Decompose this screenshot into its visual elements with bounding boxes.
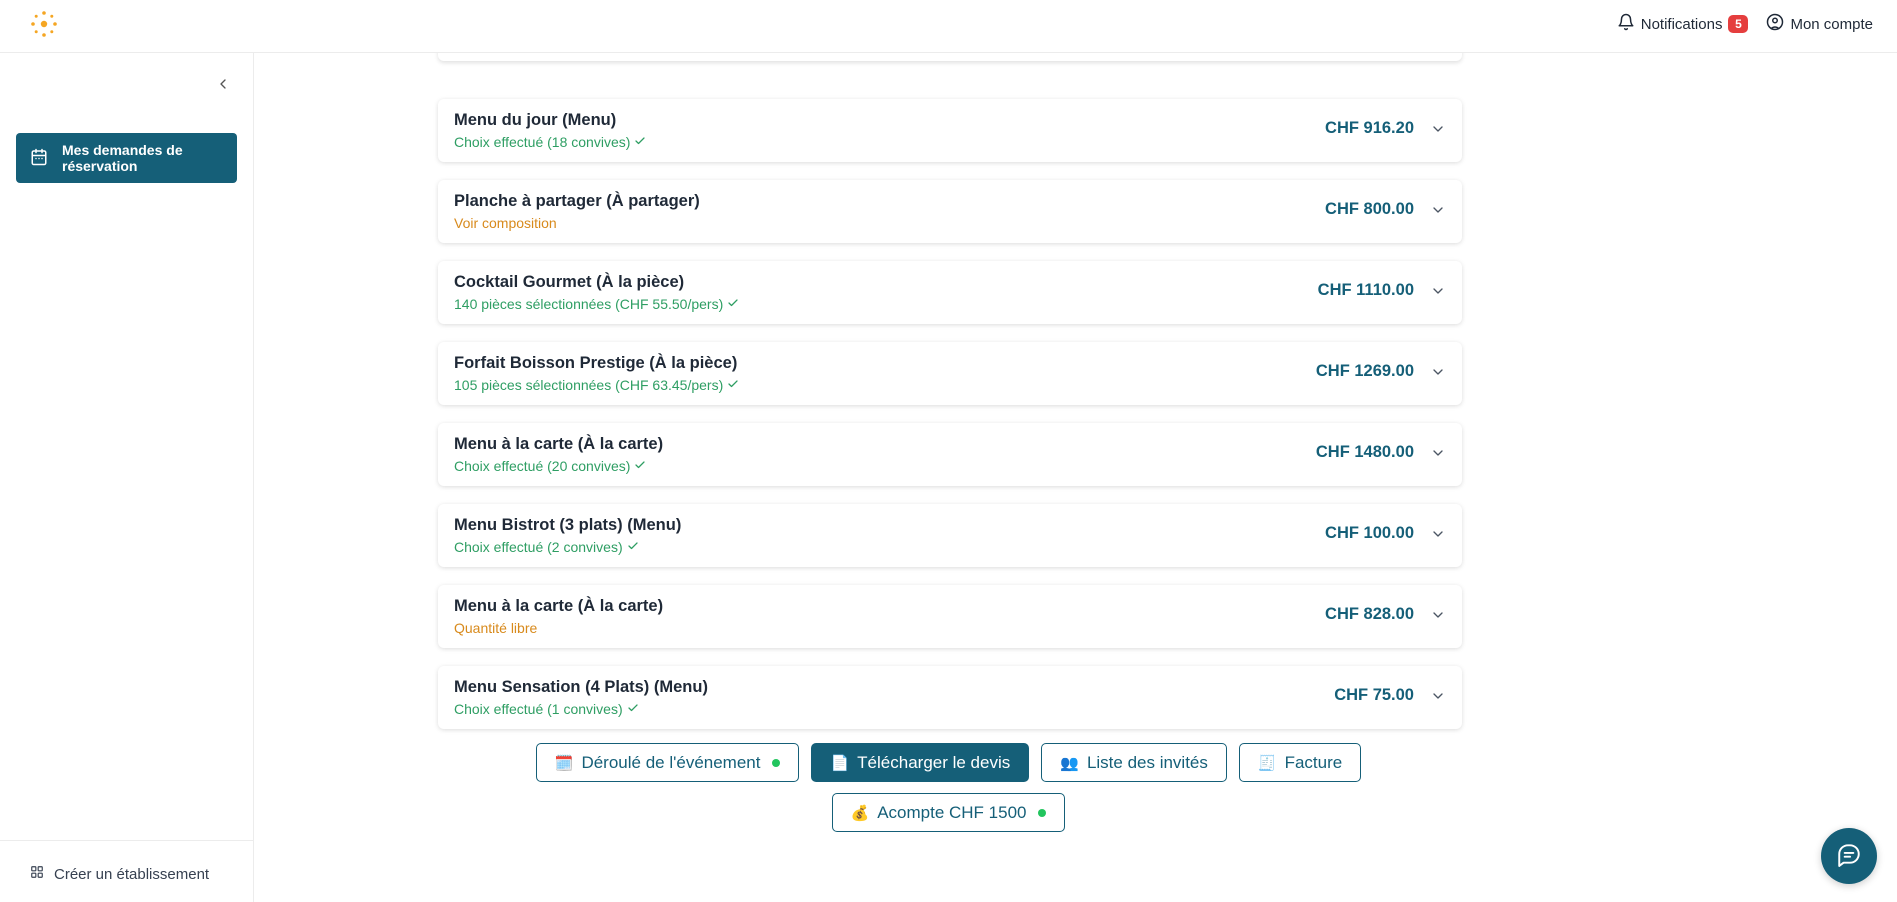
chat-icon xyxy=(1836,841,1862,872)
invoice-button[interactable]: 🧾 Facture xyxy=(1238,743,1362,782)
item-card[interactable]: Menu du jour (Menu) Choix effectué (18 co… xyxy=(438,99,1462,162)
item-subtitle: Choix effectué (1 convives) xyxy=(454,701,639,717)
item-price: CHF 1269.00 xyxy=(1315,362,1414,380)
item-subtitle-text: Choix effectué (1 convives) xyxy=(454,701,623,717)
item-card[interactable]: Planche à partager (À partager) Voir comp… xyxy=(438,180,1462,243)
notifications-label: Notifications xyxy=(1640,15,1723,33)
grid-icon xyxy=(30,865,44,883)
check-icon xyxy=(727,296,739,312)
document-emoji-icon: 📄 xyxy=(830,753,850,772)
people-emoji-icon: 👥 xyxy=(1060,753,1079,772)
item-subtitle[interactable]: Voir composition xyxy=(454,215,557,231)
actions-row-2: 💰 Acompte CHF 1500 xyxy=(254,793,1643,832)
check-icon xyxy=(627,539,639,555)
item-subtitle: 140 pièces sélectionnées (CHF 55.50/pers… xyxy=(454,296,739,312)
item-subtitle-text: Voir composition xyxy=(454,215,557,231)
sidebar-divider xyxy=(0,840,253,841)
notifications-button[interactable]: Notifications 5 xyxy=(1617,13,1749,35)
chevron-down-icon[interactable] xyxy=(1428,605,1448,625)
item-card[interactable]: Menu à la carte (À la carte) Choix effect… xyxy=(438,423,1462,486)
event-timeline-button[interactable]: 🗓️ Déroulé de l'événement xyxy=(535,743,800,782)
check-icon xyxy=(634,458,646,474)
guest-list-button[interactable]: 👥 Liste des invités xyxy=(1041,743,1227,782)
item-price: CHF 800.00 xyxy=(1325,200,1414,218)
chevron-down-icon[interactable] xyxy=(1428,443,1448,463)
receipt-emoji-icon: 🧾 xyxy=(1257,753,1277,772)
item-title: Menu à la carte (À la carte) xyxy=(454,597,664,615)
logo-icon[interactable] xyxy=(30,10,58,38)
main-content: Menu du jour (Menu) Choix effectué (18 co… xyxy=(254,39,1897,902)
item-title: Forfait Boisson Prestige (À la pièce) xyxy=(454,354,738,372)
item-title: Menu à la carte (À la carte) xyxy=(454,435,664,453)
check-icon xyxy=(727,377,739,393)
download-quote-button[interactable]: 📄 Télécharger le devis xyxy=(811,743,1030,782)
status-dot xyxy=(1038,808,1047,817)
guest-list-label: Liste des invités xyxy=(1086,752,1208,772)
chevron-down-icon[interactable] xyxy=(1428,119,1448,139)
deposit-button[interactable]: 💰 Acompte CHF 1500 xyxy=(831,793,1066,832)
chevron-down-icon[interactable] xyxy=(1428,524,1448,544)
account-button[interactable]: Mon compte xyxy=(1766,13,1873,35)
item-card[interactable]: Menu à la carte (À la carte) Quantité lib… xyxy=(438,585,1462,648)
item-subtitle: Choix effectué (2 convives) xyxy=(454,539,639,555)
chevron-down-icon[interactable] xyxy=(1428,281,1448,301)
download-quote-label: Télécharger le devis xyxy=(857,752,1011,772)
item-subtitle: Choix effectué (20 convives) xyxy=(454,458,646,474)
items-list: Menu du jour (Menu) Choix effectué (18 co… xyxy=(438,99,1462,747)
chevron-down-icon[interactable] xyxy=(1428,200,1448,220)
item-price: CHF 1480.00 xyxy=(1315,443,1414,461)
item-title: Menu Sensation (4 Plats) (Menu) xyxy=(454,678,708,696)
item-price: CHF 1110.00 xyxy=(1317,281,1414,299)
item-subtitle-text: Choix effectué (20 convives) xyxy=(454,458,631,474)
calendar-icon xyxy=(30,148,48,169)
check-icon xyxy=(627,701,639,717)
bell-icon xyxy=(1617,13,1635,35)
item-subtitle: Choix effectué (18 convives) xyxy=(454,134,646,150)
item-subtitle-text: Choix effectué (18 convives) xyxy=(454,134,631,150)
actions-row-1: 🗓️ Déroulé de l'événement 📄 Télécharger … xyxy=(254,743,1643,782)
chevron-left-icon xyxy=(215,76,231,97)
event-timeline-label: Déroulé de l'événement xyxy=(581,752,761,772)
money-bag-emoji-icon: 💰 xyxy=(850,803,870,822)
create-establishment-label: Créer un établissement xyxy=(54,865,210,883)
create-establishment-link[interactable]: Créer un établissement xyxy=(30,865,209,883)
item-title: Menu du jour (Menu) xyxy=(454,111,617,129)
sidebar-item-label: Mes demandes de réservation xyxy=(62,142,183,174)
item-price: CHF 100.00 xyxy=(1325,524,1414,542)
item-subtitle-text: 105 pièces sélectionnées (CHF 63.45/pers… xyxy=(454,377,724,393)
user-circle-icon xyxy=(1766,13,1784,35)
item-title: Menu Bistrot (3 plats) (Menu) xyxy=(454,516,682,534)
item-subtitle-text: Quantité libre xyxy=(454,620,538,636)
calendar-emoji-icon: 🗓️ xyxy=(554,753,574,772)
item-card[interactable]: Forfait Boisson Prestige (À la pièce) 105… xyxy=(438,342,1462,405)
item-subtitle: 105 pièces sélectionnées (CHF 63.45/pers… xyxy=(454,377,739,393)
collapse-sidebar-button[interactable] xyxy=(212,75,234,97)
item-card[interactable]: Menu Sensation (4 Plats) (Menu) Choix eff… xyxy=(438,666,1462,729)
chevron-down-icon[interactable] xyxy=(1428,686,1448,706)
invoice-label: Facture xyxy=(1284,752,1343,772)
item-price: CHF 828.00 xyxy=(1325,605,1414,623)
item-price: CHF 75.00 xyxy=(1334,686,1414,704)
item-price: CHF 916.20 xyxy=(1325,119,1414,137)
sidebar-item-reservations[interactable]: Mes demandes de réservation xyxy=(16,133,237,183)
deposit-label: Acompte CHF 1500 xyxy=(877,802,1027,822)
item-card[interactable]: Menu Bistrot (3 plats) (Menu) Choix effec… xyxy=(438,504,1462,567)
top-bar: Notifications 5 Mon compte xyxy=(0,0,1897,53)
item-subtitle[interactable]: Quantité libre xyxy=(454,620,537,636)
account-label: Mon compte xyxy=(1790,15,1873,33)
chevron-down-icon[interactable] xyxy=(1428,362,1448,382)
item-subtitle-text: Choix effectué (2 convives) xyxy=(454,539,623,555)
chat-button[interactable] xyxy=(1821,828,1877,884)
item-card[interactable]: Cocktail Gourmet (À la pièce) 140 pièces … xyxy=(438,261,1462,324)
status-dot xyxy=(772,758,781,767)
item-title: Cocktail Gourmet (À la pièce) xyxy=(454,273,685,291)
notifications-count-badge: 5 xyxy=(1728,15,1749,33)
check-icon xyxy=(634,134,646,150)
item-subtitle-text: 140 pièces sélectionnées (CHF 55.50/pers… xyxy=(454,296,724,312)
sidebar: Mes demandes de réservation Créer un éta… xyxy=(0,53,254,902)
item-title: Planche à partager (À partager) xyxy=(454,192,700,210)
